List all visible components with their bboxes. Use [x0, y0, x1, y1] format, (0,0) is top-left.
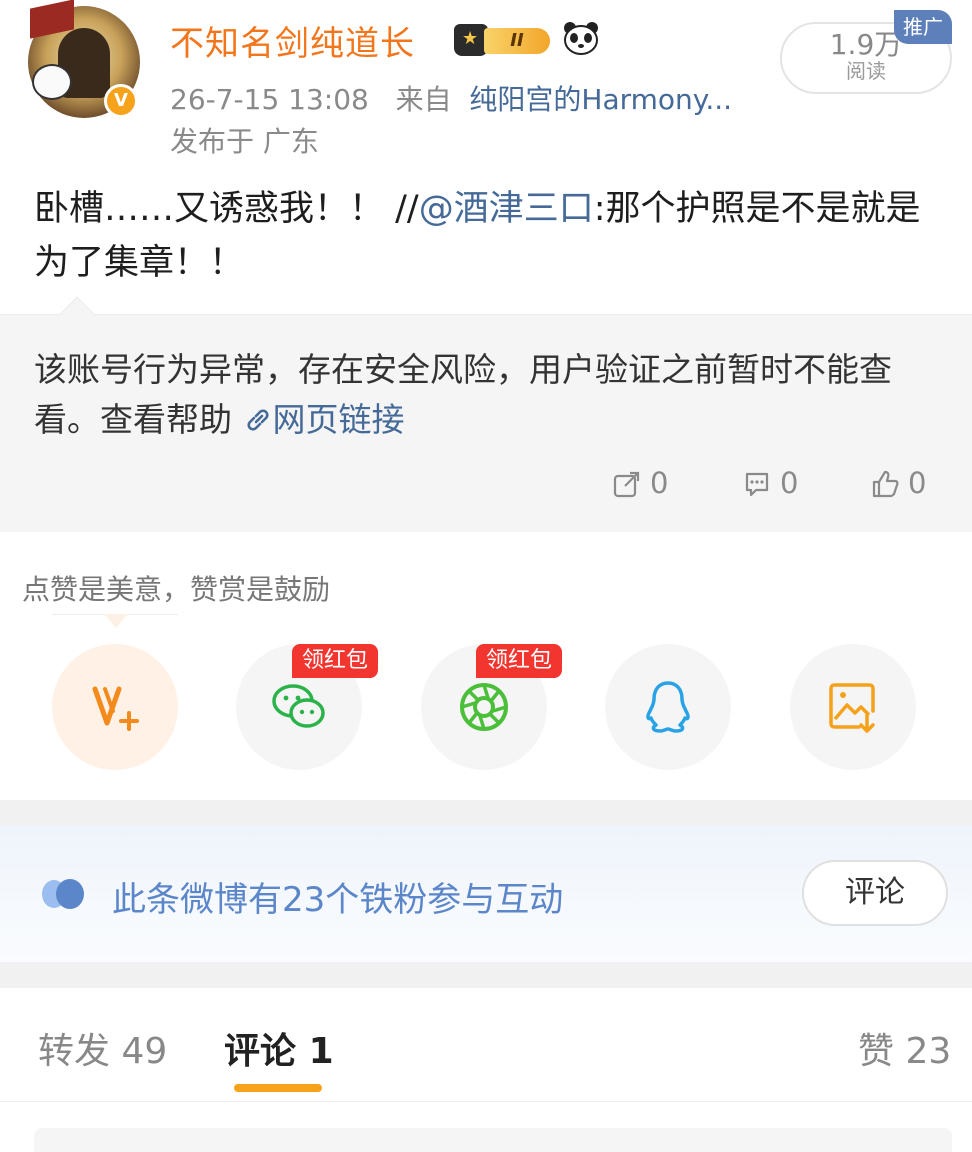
web-link[interactable]: 网页链接: [243, 400, 405, 439]
read-label: 阅读: [846, 59, 886, 83]
hint-caret: [52, 614, 178, 628]
vip-badge[interactable]: II: [454, 22, 552, 58]
fans-text: 此条微博有23个铁粉参与互动: [112, 880, 564, 920]
comment-button[interactable]: 评论: [802, 860, 948, 926]
quoted-like-count: 0: [908, 466, 927, 500]
wechat-icon: [272, 684, 325, 728]
post-location: 发布于 广东: [170, 125, 319, 158]
save-image-icon: [829, 683, 875, 733]
quoted-repost-button[interactable]: 0: [612, 465, 668, 501]
tab-reposts-count: 49: [121, 1031, 168, 1072]
thumbs-up-icon: [872, 470, 899, 498]
fans-icon: [42, 879, 84, 909]
tab-reposts-label: 转发: [38, 1031, 111, 1072]
post-timestamp: 26-7-15 13:08: [170, 83, 369, 116]
username[interactable]: 不知名剑纯道长: [170, 16, 415, 65]
red-packet-tag-wechat: 领红包: [292, 644, 379, 678]
post-text-main: 卧槽……又诱惑我！！ //: [34, 189, 419, 229]
active-tab-indicator: [234, 1084, 322, 1092]
red-packet-tag-moments: 领红包: [476, 644, 563, 678]
tab-likes[interactable]: 赞 23: [858, 1022, 951, 1074]
promo-tag: 推广: [894, 10, 952, 44]
share-qq-button[interactable]: [605, 644, 731, 770]
post-source-link[interactable]: 纯阳宫的Harmony...: [469, 83, 732, 116]
repost-icon: [613, 471, 640, 498]
moments-icon: [460, 683, 508, 731]
link-icon: [246, 409, 269, 431]
panda-icon: [564, 22, 598, 55]
verified-icon: V: [104, 84, 138, 118]
tab-comments-label: 评论: [224, 1031, 297, 1072]
tab-reposts[interactable]: 转发 49: [38, 1022, 167, 1074]
tab-comments-count: 1: [308, 1031, 334, 1072]
quoted-warning-text: 该账号行为异常，存在安全风险，用户验证之前暂时不能查看。查看帮助: [34, 350, 892, 439]
v-plus-icon: [92, 686, 139, 731]
quoted-like-button[interactable]: 0: [870, 465, 926, 501]
reward-hint: 点赞是美意，赞赏是鼓励: [22, 573, 331, 606]
fans-interaction-banner[interactable]: 此条微博有23个铁粉参与互动 评论: [0, 826, 972, 962]
qq-icon: [646, 681, 690, 733]
web-link-label: 网页链接: [272, 400, 405, 439]
tab-comments[interactable]: 评论 1: [224, 1022, 334, 1074]
quoted-comment-count: 0: [780, 466, 799, 500]
comment-list-top: [34, 1128, 952, 1152]
source-prefix: 来自: [395, 83, 452, 116]
comment-icon: [745, 472, 769, 497]
section-divider: [0, 962, 972, 988]
post-text: 卧槽……又诱惑我！！ //@酒津三口:那个护照是不是就是为了集章！！: [34, 182, 944, 290]
quoted-text: 该账号行为异常，存在安全风险，用户验证之前暂时不能查看。查看帮助 网页链接: [34, 345, 944, 445]
quoted-comment-button[interactable]: 0: [742, 465, 798, 501]
tab-likes-label: 赞: [858, 1031, 895, 1072]
crown-icon: [454, 24, 488, 56]
section-divider: [0, 800, 972, 826]
post-header: V 不知名剑纯道长 II 26-7-15 13:08 来自 纯阳宫的Harmon…: [0, 0, 972, 160]
interaction-tabs: 转发 49 评论 1 赞 23: [0, 988, 972, 1102]
avatar-panda-decoration: [32, 64, 72, 100]
post-meta: 26-7-15 13:08 来自 纯阳宫的Harmony...: [170, 78, 732, 118]
vip-level: II: [484, 28, 550, 54]
mention-link[interactable]: @酒津三口: [419, 189, 594, 229]
quoted-post[interactable]: 该账号行为异常，存在安全风险，用户验证之前暂时不能查看。查看帮助 网页链接 0 …: [0, 296, 972, 532]
tab-likes-count: 23: [905, 1031, 952, 1072]
save-image-button[interactable]: [790, 644, 916, 770]
reward-button[interactable]: [52, 644, 178, 770]
quote-pointer: [58, 296, 96, 334]
quoted-repost-count: 0: [650, 466, 669, 500]
